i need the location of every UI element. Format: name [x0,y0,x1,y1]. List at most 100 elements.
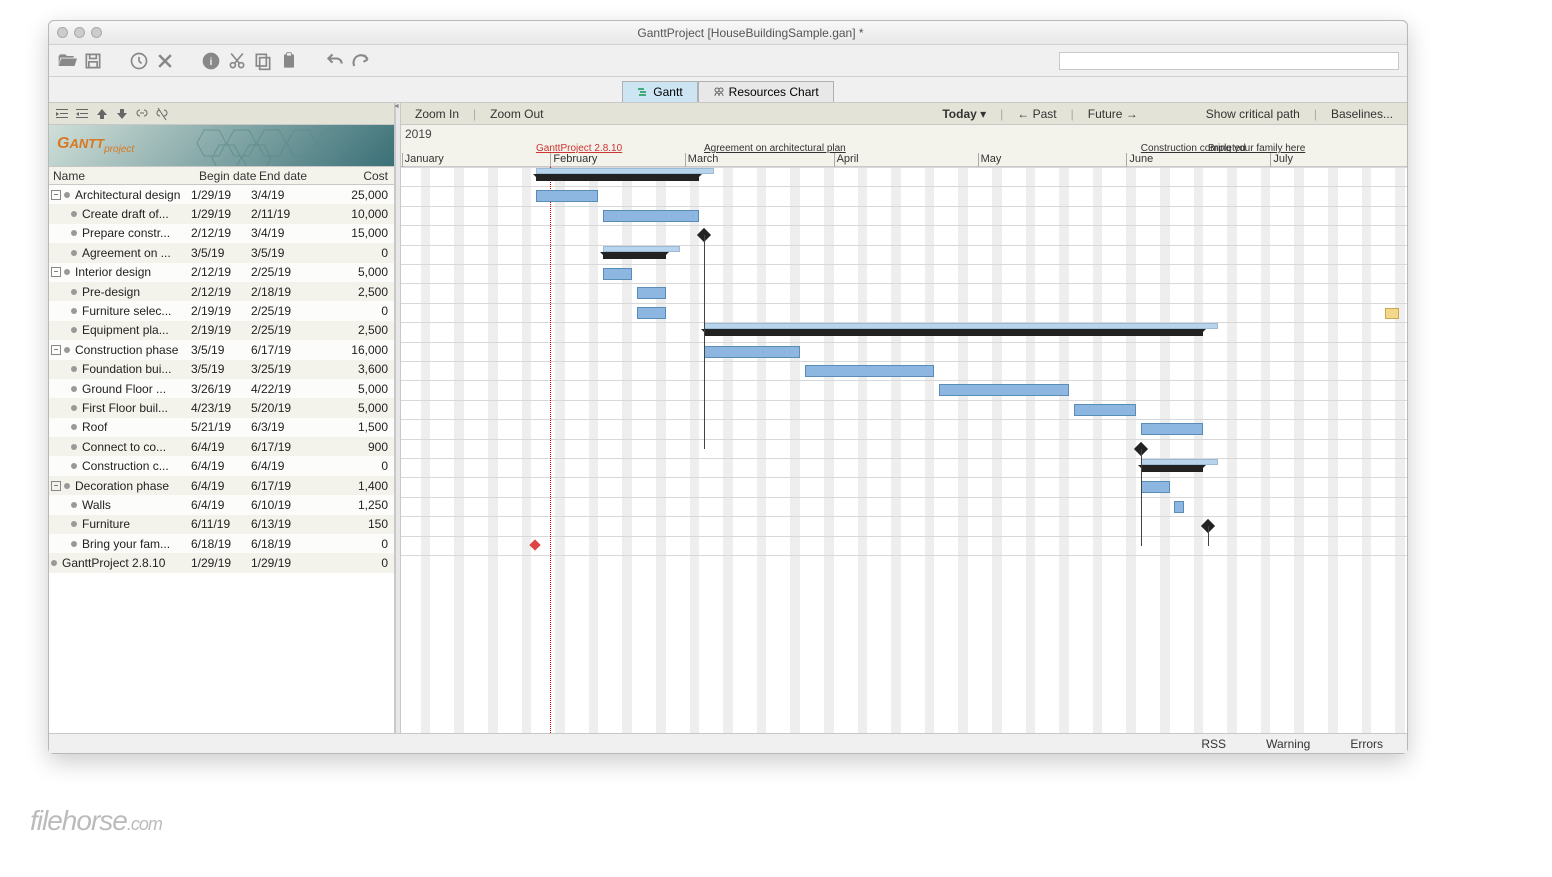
task-bar[interactable] [637,287,666,299]
task-table-body: −Architectural design1/29/193/4/1925,000… [49,185,394,733]
bullet-icon [64,269,70,275]
copy-icon[interactable] [253,51,273,71]
search-input[interactable] [1059,52,1399,70]
bullet-icon [71,327,77,333]
summary-bar[interactable] [704,329,1203,336]
task-row[interactable]: Foundation bui...3/5/193/25/193,600 [49,360,394,379]
task-row[interactable]: Furniture6/11/196/13/19150 [49,515,394,534]
task-bar[interactable] [1074,404,1136,416]
timeline-header: 2019 JanuaryFebruaryMarchAprilMayJuneJul… [401,125,1407,167]
delete-icon[interactable] [155,51,175,71]
month-label: March [685,153,719,167]
task-row[interactable]: −Architectural design1/29/193/4/1925,000 [49,185,394,204]
tab-resources[interactable]: Resources Chart [698,81,834,102]
note-icon[interactable] [1385,308,1399,319]
window-title: GanttProject [HouseBuildingSample.gan] * [102,26,1399,40]
task-row[interactable]: Roof5/21/196/3/191,500 [49,418,394,437]
task-row[interactable]: Bring your fam...6/18/196/18/190 [49,534,394,553]
bullet-icon [71,444,77,450]
paste-icon[interactable] [279,51,299,71]
milestone-label[interactable]: GanttProject 2.8.10 [536,143,622,154]
task-toolbar [49,103,394,125]
col-begin[interactable]: Begin date [199,167,259,184]
task-bar[interactable] [1141,481,1170,493]
cut-icon[interactable] [227,51,247,71]
bullet-icon [71,366,77,372]
task-row[interactable]: Connect to co...6/4/196/17/19900 [49,437,394,456]
redo-icon[interactable] [351,51,371,71]
bullet-icon [64,347,70,353]
col-end[interactable]: End date [259,167,319,184]
task-bar[interactable] [603,268,632,280]
move-up-icon[interactable] [95,107,109,121]
open-icon[interactable] [57,51,77,71]
task-row[interactable]: Walls6/4/196/10/191,250 [49,495,394,514]
zoom-out-button[interactable]: Zoom Out [476,107,557,121]
task-row[interactable]: First Floor buil...4/23/195/20/195,000 [49,398,394,417]
save-icon[interactable] [83,51,103,71]
move-down-icon[interactable] [115,107,129,121]
indent-icon[interactable] [55,107,69,121]
task-row[interactable]: Equipment pla...2/19/192/25/192,500 [49,321,394,340]
window-controls [57,27,102,38]
task-row[interactable]: Create draft of...1/29/192/11/1910,000 [49,204,394,223]
critical-path-button[interactable]: Show critical path [1192,107,1314,121]
milestone-label[interactable]: Agreement on architectural plan [704,143,846,154]
summary-bar[interactable] [1141,465,1203,472]
future-button[interactable]: Future → [1074,107,1152,121]
status-rss[interactable]: RSS [1201,737,1226,751]
task-bar[interactable] [805,365,935,377]
titlebar: GanttProject [HouseBuildingSample.gan] * [49,21,1407,45]
expander-icon[interactable]: − [51,267,61,277]
past-button[interactable]: ← Past [1003,107,1070,121]
task-row[interactable]: −Construction phase3/5/196/17/1916,000 [49,340,394,359]
summary-bar[interactable] [536,174,699,181]
summary-bar[interactable] [603,252,665,259]
milestone-label[interactable]: Bring your family here [1208,143,1305,154]
task-row[interactable]: Construction c...6/4/196/4/190 [49,456,394,475]
col-name[interactable]: Name [49,167,199,184]
bullet-icon [71,308,77,314]
minimize-icon[interactable] [74,27,85,38]
zoom-in-button[interactable]: Zoom In [401,107,473,121]
zoom-icon[interactable] [91,27,102,38]
today-button[interactable]: Today ▾ [928,107,1000,121]
status-errors[interactable]: Errors [1350,737,1383,751]
expander-icon[interactable]: − [51,190,61,200]
task-bar[interactable] [603,210,699,222]
task-row[interactable]: Furniture selec...2/19/192/25/190 [49,301,394,320]
bullet-icon [71,405,77,411]
task-row[interactable]: GanttProject 2.8.101/29/191/29/190 [49,553,394,572]
task-row[interactable]: Pre-design2/12/192/18/192,500 [49,282,394,301]
status-warning[interactable]: Warning [1266,737,1310,751]
task-bar[interactable] [637,307,666,319]
task-row[interactable]: Agreement on ...3/5/193/5/190 [49,243,394,262]
app-window: GanttProject [HouseBuildingSample.gan] *… [48,20,1408,754]
task-bar[interactable] [1141,423,1203,435]
task-row[interactable]: −Decoration phase6/4/196/17/191,400 [49,476,394,495]
task-bar[interactable] [1174,501,1184,513]
expander-icon[interactable]: − [51,481,61,491]
gantt-chart[interactable]: 2/1/19 [401,167,1407,733]
link-icon[interactable] [135,107,149,121]
task-bar[interactable] [536,190,598,202]
status-bar: RSS Warning Errors [49,733,1407,753]
task-row[interactable]: Ground Floor ...3/26/194/22/195,000 [49,379,394,398]
col-cost[interactable]: Cost [319,167,394,184]
outdent-icon[interactable] [75,107,89,121]
close-icon[interactable] [57,27,68,38]
bullet-icon [51,560,57,566]
baselines-button[interactable]: Baselines... [1317,107,1407,121]
expander-icon[interactable]: − [51,345,61,355]
info-icon[interactable]: i [201,51,221,71]
task-row[interactable]: Prepare constr...2/12/193/4/1915,000 [49,224,394,243]
tab-gantt[interactable]: Gantt [622,81,697,102]
task-bar[interactable] [939,384,1069,396]
task-row[interactable]: −Interior design2/12/192/25/195,000 [49,263,394,282]
unlink-icon[interactable] [155,107,169,121]
task-bar[interactable] [704,346,800,358]
bullet-icon [64,192,70,198]
undo-icon[interactable] [325,51,345,71]
clock-icon[interactable] [129,51,149,71]
task-pane: GANTTproject Name Begin date End date Co… [49,103,395,733]
